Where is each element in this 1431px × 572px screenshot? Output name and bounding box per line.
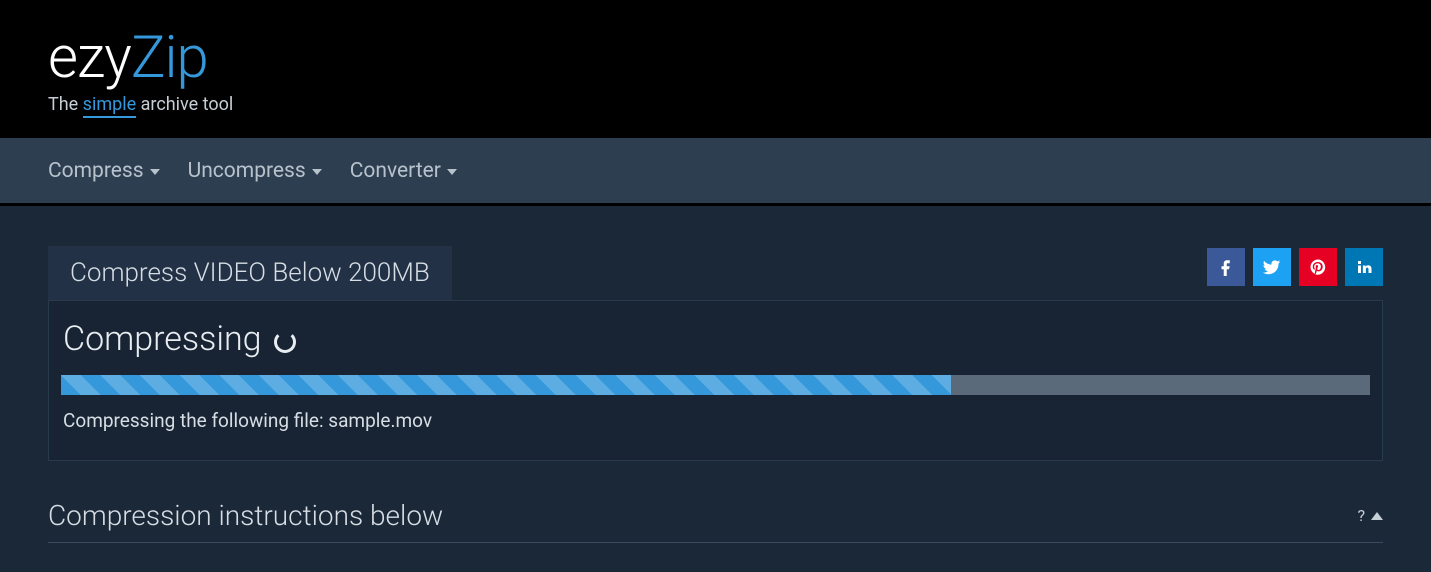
- logo-text-zip: Zip: [131, 24, 208, 92]
- caret-down-icon: [447, 169, 457, 175]
- nav-compress-label: Compress: [48, 159, 144, 183]
- linkedin-button[interactable]: [1345, 248, 1383, 286]
- caret-down-icon: [312, 169, 322, 175]
- nav-converter-label: Converter: [350, 159, 441, 183]
- twitter-button[interactable]: [1253, 248, 1291, 286]
- content-area: Compress VIDEO Below 200MB Compressing C…: [0, 206, 1431, 543]
- pinterest-button[interactable]: [1299, 248, 1337, 286]
- file-status-text: Compressing the following file: sample.m…: [61, 409, 1370, 432]
- nav-converter[interactable]: Converter: [350, 159, 457, 183]
- linkedin-icon: [1355, 258, 1373, 276]
- logo[interactable]: ezyZip The simple archive tool: [48, 24, 233, 115]
- help-label: ?: [1357, 506, 1365, 525]
- status-text: Compressing: [63, 319, 262, 359]
- twitter-icon: [1262, 257, 1282, 277]
- main-nav: Compress Uncompress Converter: [0, 138, 1431, 206]
- progress-bar: [61, 375, 1370, 395]
- status-row: Compressing: [61, 319, 1370, 359]
- logo-text-ezy: ezy: [48, 24, 131, 92]
- caret-up-icon: [1371, 512, 1383, 520]
- instructions-header[interactable]: Compression instructions below ?: [48, 499, 1383, 543]
- content-top-row: Compress VIDEO Below 200MB: [48, 246, 1383, 300]
- instructions-title: Compression instructions below: [48, 499, 443, 532]
- caret-down-icon: [150, 169, 160, 175]
- pinterest-icon: [1309, 258, 1327, 276]
- tagline-mid: simple: [83, 94, 136, 118]
- header-bar: ezyZip The simple archive tool: [0, 0, 1431, 138]
- nav-uncompress-label: Uncompress: [188, 159, 306, 183]
- spinner-icon: [274, 331, 296, 353]
- nav-uncompress[interactable]: Uncompress: [188, 159, 322, 183]
- facebook-button[interactable]: [1207, 248, 1245, 286]
- tagline-pre: The: [48, 94, 83, 115]
- social-buttons: [1207, 248, 1383, 286]
- logo-tagline: The simple archive tool: [48, 94, 233, 115]
- tagline-post: archive tool: [136, 94, 233, 115]
- nav-compress[interactable]: Compress: [48, 159, 160, 183]
- status-panel: Compressing Compressing the following fi…: [48, 300, 1383, 461]
- progress-fill: [61, 375, 951, 395]
- page-tab-title: Compress VIDEO Below 200MB: [48, 246, 452, 300]
- help-toggle[interactable]: ?: [1357, 506, 1383, 525]
- facebook-icon: [1217, 258, 1235, 276]
